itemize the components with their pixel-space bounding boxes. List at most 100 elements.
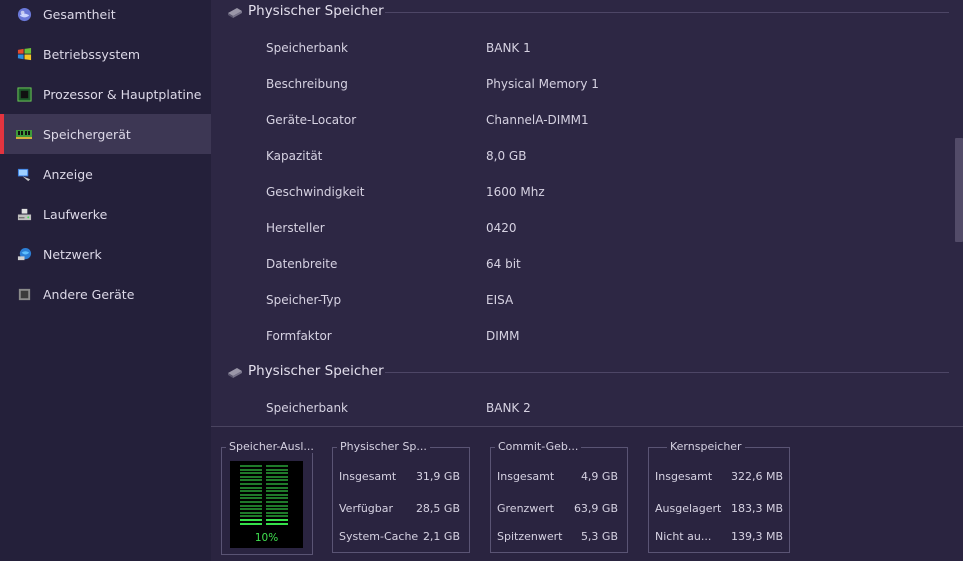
usage-meter-segment bbox=[240, 483, 262, 485]
property-row: Hersteller 0420 bbox=[211, 210, 951, 246]
stat-row: Insgesamt 4,9 GB bbox=[491, 470, 627, 484]
sidebar-item-label: Prozessor & Hauptplatine bbox=[43, 86, 202, 102]
property-value: Physical Memory 1 bbox=[486, 77, 599, 91]
sidebar-item-anzeige[interactable]: Anzeige bbox=[0, 154, 211, 194]
property-row: Formfaktor DIMM bbox=[211, 318, 951, 354]
network-globe-icon bbox=[16, 246, 32, 262]
usage-meter-segment bbox=[240, 508, 262, 511]
stat-label: Grenzwert bbox=[497, 502, 554, 515]
memory-details-panel: Physischer Speicher Speicherbank BANK 1 … bbox=[211, 0, 963, 426]
physical-memory-group: Physischer Sp... Insgesamt 31,9 GB Verfü… bbox=[332, 440, 470, 553]
usage-meter-segment bbox=[240, 472, 262, 475]
stat-label: Spitzenwert bbox=[497, 530, 563, 543]
property-label: Datenbreite bbox=[266, 257, 338, 271]
group-title: Speicher-Ausl... bbox=[226, 440, 317, 453]
section-divider bbox=[385, 12, 949, 13]
stat-row: Grenzwert 63,9 GB bbox=[491, 502, 627, 516]
stat-row: Nicht au... 139,3 MB bbox=[649, 530, 789, 544]
section-header-physischer-speicher: Physischer Speicher bbox=[211, 360, 951, 384]
property-value: BANK 2 bbox=[486, 401, 531, 415]
usage-meter-segment bbox=[240, 515, 262, 518]
stat-row: Verfügbar 28,5 GB bbox=[333, 502, 469, 516]
usage-meter-segment bbox=[240, 522, 262, 525]
sidebar-item-netzwerk[interactable]: Netzwerk bbox=[0, 234, 211, 274]
sidebar-item-speichergeraet[interactable]: Speichergerät bbox=[0, 114, 211, 154]
stat-row: Insgesamt 31,9 GB bbox=[333, 470, 469, 484]
usage-meter-segment bbox=[240, 519, 262, 521]
stat-value: 4,9 GB bbox=[580, 470, 618, 483]
group-title: Physischer Sp... bbox=[337, 440, 430, 453]
property-value: EISA bbox=[486, 293, 514, 307]
section-title: Physischer Speicher bbox=[248, 3, 384, 19]
usage-meter-segment bbox=[240, 479, 262, 482]
scrollbar-thumb[interactable] bbox=[955, 138, 963, 242]
property-label: Geräte-Locator bbox=[266, 113, 357, 127]
property-value: ChannelA-DIMM1 bbox=[486, 113, 589, 127]
stat-value: 322,6 MB bbox=[730, 470, 783, 483]
usage-meter-segment bbox=[266, 501, 288, 503]
property-value: DIMM bbox=[486, 329, 520, 343]
sidebar-item-laufwerke[interactable]: Laufwerke bbox=[0, 194, 211, 234]
usage-meter-segment bbox=[240, 504, 262, 507]
usage-meter-segment bbox=[240, 511, 262, 514]
group-title: Commit-Geb... bbox=[495, 440, 582, 453]
usage-meter-segment bbox=[266, 486, 288, 489]
property-label: Formfaktor bbox=[266, 329, 332, 343]
usage-meter-segment bbox=[240, 486, 262, 489]
property-label: Speicher-Typ bbox=[266, 293, 342, 307]
stat-label: Insgesamt bbox=[655, 470, 713, 483]
usage-meter-segment bbox=[266, 508, 288, 511]
stat-row: Spitzenwert 5,3 GB bbox=[491, 530, 627, 544]
usage-meter-segment bbox=[240, 475, 262, 478]
property-label: Speicherbank bbox=[266, 401, 348, 415]
property-value: 0420 bbox=[486, 221, 517, 235]
property-row: Kapazität 8,0 GB bbox=[211, 138, 951, 174]
property-row: Geschwindigkeit 1600 Mhz bbox=[211, 174, 951, 210]
usage-meter-segment bbox=[266, 497, 288, 500]
usage-percent-label: 10% bbox=[254, 532, 279, 544]
section-title: Physischer Speicher bbox=[248, 363, 384, 379]
usage-meter-segment bbox=[266, 493, 288, 496]
usage-meter-segment bbox=[266, 511, 288, 514]
monitor-icon bbox=[16, 166, 32, 182]
usage-meter-segment bbox=[240, 468, 262, 471]
usage-meter-segment bbox=[240, 493, 262, 496]
sidebar-item-betriebssystem[interactable]: Betriebssystem bbox=[0, 34, 211, 74]
stat-value: 183,3 MB bbox=[730, 502, 783, 515]
stat-row: System-Cache 2,1 GB bbox=[333, 530, 469, 544]
kernel-memory-group: Kernspeicher Insgesamt 322,6 MB Ausgelag… bbox=[648, 440, 790, 553]
vertical-scrollbar[interactable] bbox=[954, 0, 963, 426]
commit-charge-group: Commit-Geb... Insgesamt 4,9 GB Grenzwert… bbox=[490, 440, 628, 553]
usage-meter-segment bbox=[266, 475, 288, 478]
usage-meter-segment bbox=[240, 465, 262, 467]
stat-row: Ausgelagert 183,3 MB bbox=[649, 502, 789, 516]
usage-meter-segment bbox=[266, 472, 288, 475]
memory-usage-group: Speicher-Ausl... 10% bbox=[221, 440, 317, 555]
property-label: Beschreibung bbox=[266, 77, 348, 91]
property-row: Speicherbank BANK 2 bbox=[211, 390, 951, 426]
usage-meter-segment bbox=[240, 501, 262, 503]
windows-logo-icon bbox=[16, 46, 32, 62]
memory-usage-meter: 10% bbox=[230, 461, 303, 548]
sidebar-item-andere-geraete[interactable]: Andere Geräte bbox=[0, 274, 211, 314]
cpu-chip-icon bbox=[16, 86, 32, 102]
usage-meter-segment bbox=[266, 490, 288, 493]
ram-module-icon bbox=[16, 126, 32, 142]
stat-value: 5,3 GB bbox=[580, 530, 618, 543]
usage-meter-segment bbox=[266, 504, 288, 507]
usage-meter-segment bbox=[266, 519, 288, 521]
sidebar-item-label: Anzeige bbox=[43, 166, 93, 182]
stat-value: 31,9 GB bbox=[415, 470, 460, 483]
stat-value: 139,3 MB bbox=[730, 530, 783, 543]
stat-value: 2,1 GB bbox=[422, 530, 460, 543]
sidebar-item-gesamtheit[interactable]: Gesamtheit bbox=[0, 0, 211, 34]
usage-meter-segment bbox=[266, 522, 288, 525]
sidebar-item-prozessor[interactable]: Prozessor & Hauptplatine bbox=[0, 74, 211, 114]
property-row: Datenbreite 64 bit bbox=[211, 246, 951, 282]
usage-meter-segment bbox=[266, 468, 288, 471]
section-divider bbox=[385, 372, 949, 373]
stat-label: Insgesamt bbox=[497, 470, 555, 483]
stat-value: 63,9 GB bbox=[573, 502, 618, 515]
drive-icon bbox=[16, 206, 32, 222]
usage-meter-segment bbox=[266, 465, 288, 467]
